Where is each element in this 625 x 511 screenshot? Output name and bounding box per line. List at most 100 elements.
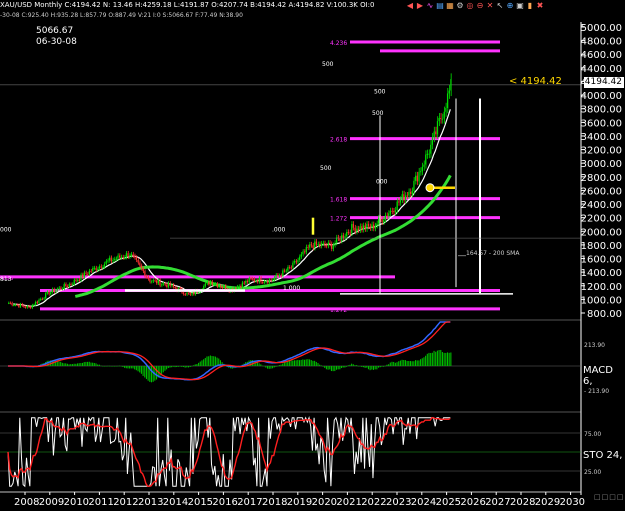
macd-histogram-bar — [297, 359, 299, 366]
candle-body — [297, 259, 299, 263]
macd-histogram-bar — [305, 359, 307, 366]
candle-body — [209, 281, 211, 285]
macd-histogram-bar — [87, 361, 89, 366]
macd-histogram-bar — [177, 366, 179, 367]
macd-histogram-bar — [211, 356, 213, 366]
time-tick-label: 2009 — [39, 497, 64, 508]
macd-histogram-bar — [376, 366, 378, 370]
time-tick-label: 2010 — [64, 497, 89, 508]
macd-histogram-bar — [63, 363, 65, 366]
candle-body — [100, 266, 102, 268]
macd-tick-label: - 213.90 — [584, 388, 609, 395]
candle-body — [362, 225, 365, 230]
sto-label: STO 24, — [583, 450, 623, 461]
macd-histogram-bar — [354, 365, 356, 366]
candle-body — [445, 107, 447, 112]
macd-histogram-bar — [56, 361, 58, 366]
candle-body — [97, 268, 99, 271]
macd-histogram-bar — [181, 366, 183, 367]
candle-body — [187, 292, 190, 294]
macd-histogram-bar — [186, 366, 188, 368]
macd-histogram-bar — [401, 359, 403, 366]
macd-histogram-bar — [83, 362, 85, 366]
macd-histogram-bar — [78, 363, 80, 366]
macd-histogram-bar — [53, 360, 55, 366]
macd-histogram-bar — [381, 366, 383, 367]
macd-histogram-bar — [198, 362, 200, 366]
macd-histogram-bar — [445, 352, 447, 366]
candle-body — [11, 302, 13, 306]
candle-body — [268, 279, 270, 283]
macd-histogram-bar — [70, 364, 72, 366]
macd-histogram-bar — [344, 366, 346, 368]
macd-line — [8, 321, 451, 381]
macd-histogram-bar — [433, 350, 435, 366]
macd-histogram-bar — [97, 364, 99, 366]
candle-body — [248, 278, 250, 283]
annotation-label: 500 — [372, 110, 384, 117]
macd-histogram-bar — [314, 360, 316, 366]
candle-body — [88, 270, 90, 275]
annotation-label: 000 — [376, 179, 388, 186]
time-tick-label: 2025 — [436, 497, 461, 508]
time-tick-label: 2016 — [212, 497, 237, 508]
price-note: < 4194.42 — [509, 76, 562, 87]
candle-body — [33, 304, 35, 306]
macd-histogram-bar — [117, 365, 119, 367]
gold-marker — [425, 183, 435, 193]
candle-body — [394, 210, 396, 213]
candle-body — [36, 301, 38, 303]
macd-histogram-bar — [152, 366, 154, 382]
candle-body — [238, 286, 240, 288]
fib-label: 1.272 — [330, 216, 347, 223]
price-tick-label: 1000.00 — [581, 295, 622, 306]
macd-histogram-bar — [315, 361, 317, 366]
macd-histogram-bar — [179, 366, 181, 367]
time-axis: 2008 2009 2010 2011 2012 2013 2014 2015 2016 2017… — [0, 491, 585, 508]
candle-body — [292, 262, 294, 268]
macd-histogram-bar — [431, 352, 433, 366]
candle-body — [369, 226, 371, 229]
candle-body — [186, 292, 188, 295]
price-tick-label: 5000.00 — [581, 23, 622, 34]
macd-histogram-bar — [341, 366, 343, 369]
candle-body — [68, 284, 70, 287]
candle-body — [393, 211, 395, 213]
annotation-label: 500 — [374, 89, 386, 96]
candle-body — [374, 225, 376, 229]
candle-body — [298, 256, 301, 260]
macd-histogram-bar — [166, 366, 168, 370]
candle-body — [334, 242, 336, 246]
macd-tick-label: 213.90 — [584, 342, 605, 349]
candle-body — [433, 131, 435, 138]
candle-body — [169, 282, 171, 286]
macd-histogram-bar — [386, 364, 388, 366]
candle-body — [43, 298, 45, 300]
macd-histogram-bar — [347, 365, 349, 366]
candle-body — [110, 257, 112, 262]
candle-body — [415, 175, 417, 181]
macd-histogram-bar — [418, 360, 420, 366]
price-tick-label: 1200.00 — [581, 282, 622, 293]
candle-body — [309, 244, 311, 248]
candle-body — [216, 283, 218, 287]
corner-controls[interactable]: □□□□ — [594, 493, 624, 501]
macd-histogram-bar — [282, 363, 284, 366]
macd-histogram-bar — [357, 366, 359, 367]
macd-histogram-bar — [307, 359, 309, 366]
candle-body — [430, 144, 432, 154]
candle-body — [29, 306, 32, 308]
candle-body — [63, 284, 65, 289]
macd-histogram-bar — [396, 362, 398, 366]
candle-body — [98, 266, 100, 269]
candle-body — [24, 306, 26, 308]
macd-histogram-bar — [193, 365, 195, 366]
macd-histogram-bar — [134, 366, 136, 370]
candle-body — [129, 255, 131, 257]
candle-body — [182, 292, 185, 295]
macd-histogram-bar — [107, 365, 109, 367]
candle-body — [150, 281, 153, 283]
macd-histogram-bar — [110, 366, 112, 367]
candle-body — [371, 224, 373, 229]
candle-body — [119, 255, 121, 258]
